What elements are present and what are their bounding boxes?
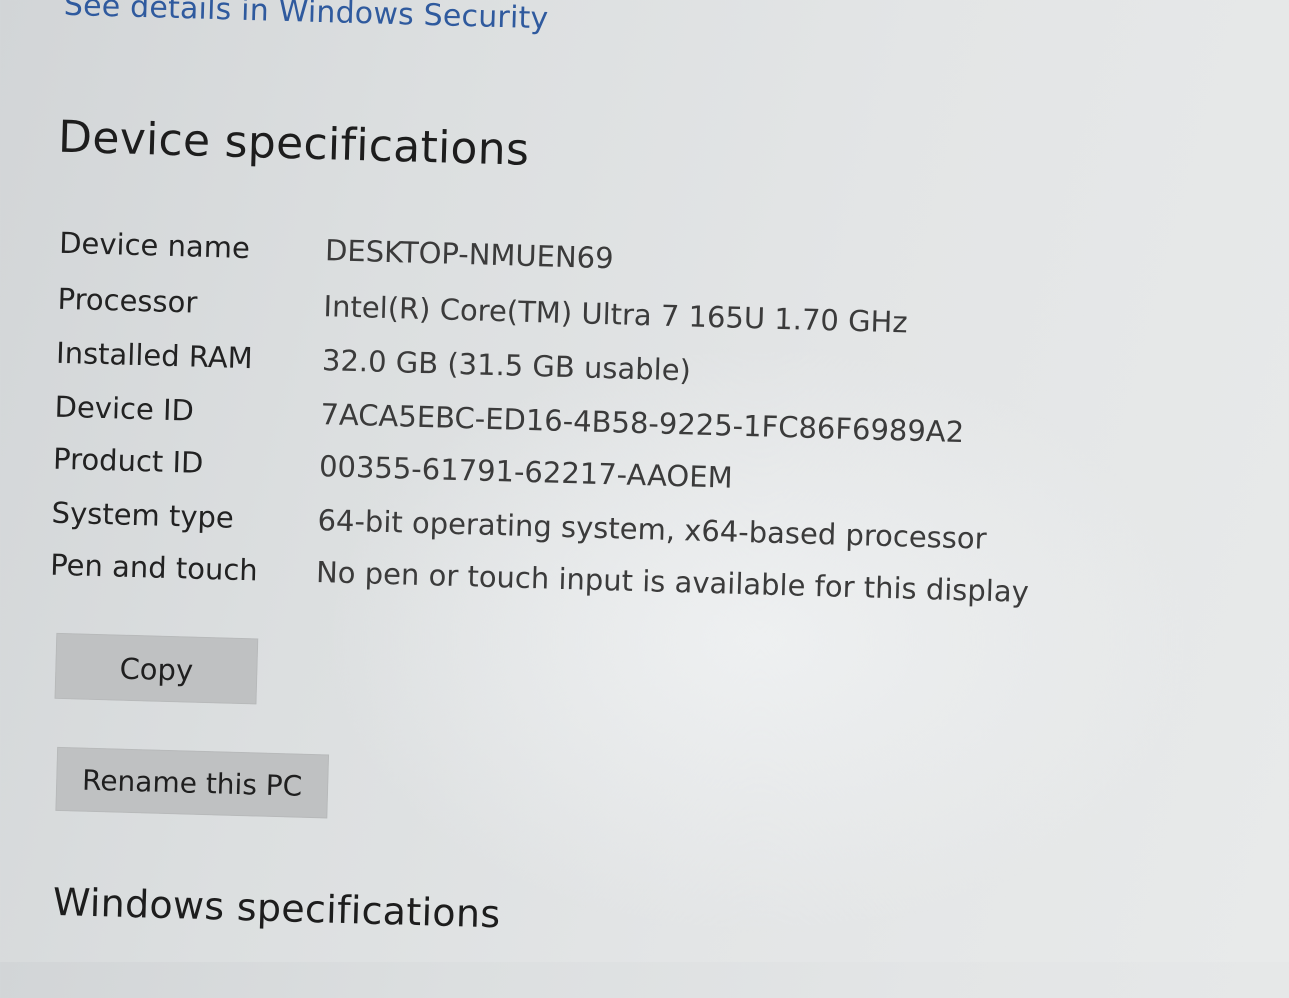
settings-about-page: See details in Windows Security Device s… xyxy=(0,0,1288,998)
spec-label: Pen and touch xyxy=(49,547,259,588)
spec-value: 32.0 GB (31.5 GB usable) xyxy=(321,343,692,388)
spec-value: Intel(R) Core(TM) Ultra 7 165U 1.70 GHz xyxy=(323,289,909,340)
copy-button[interactable]: Copy xyxy=(54,632,259,705)
spec-label: System type xyxy=(51,495,235,535)
spec-label: Product ID xyxy=(52,441,204,480)
spec-label: Device name xyxy=(58,225,251,266)
spec-value: 00355-61791-62217-AAOEM xyxy=(318,449,734,495)
windows-security-link[interactable]: See details in Windows Security xyxy=(63,0,549,36)
spec-label: Installed RAM xyxy=(55,335,254,376)
spec-label: Device ID xyxy=(54,389,195,428)
device-specifications-heading: Device specifications xyxy=(57,111,530,176)
spec-value: DESKTOP-NMUEN69 xyxy=(324,233,615,276)
windows-specifications-heading: Windows specifications xyxy=(52,879,502,937)
rename-pc-button[interactable]: Rename this PC xyxy=(55,746,330,819)
spec-label: Processor xyxy=(57,281,198,320)
